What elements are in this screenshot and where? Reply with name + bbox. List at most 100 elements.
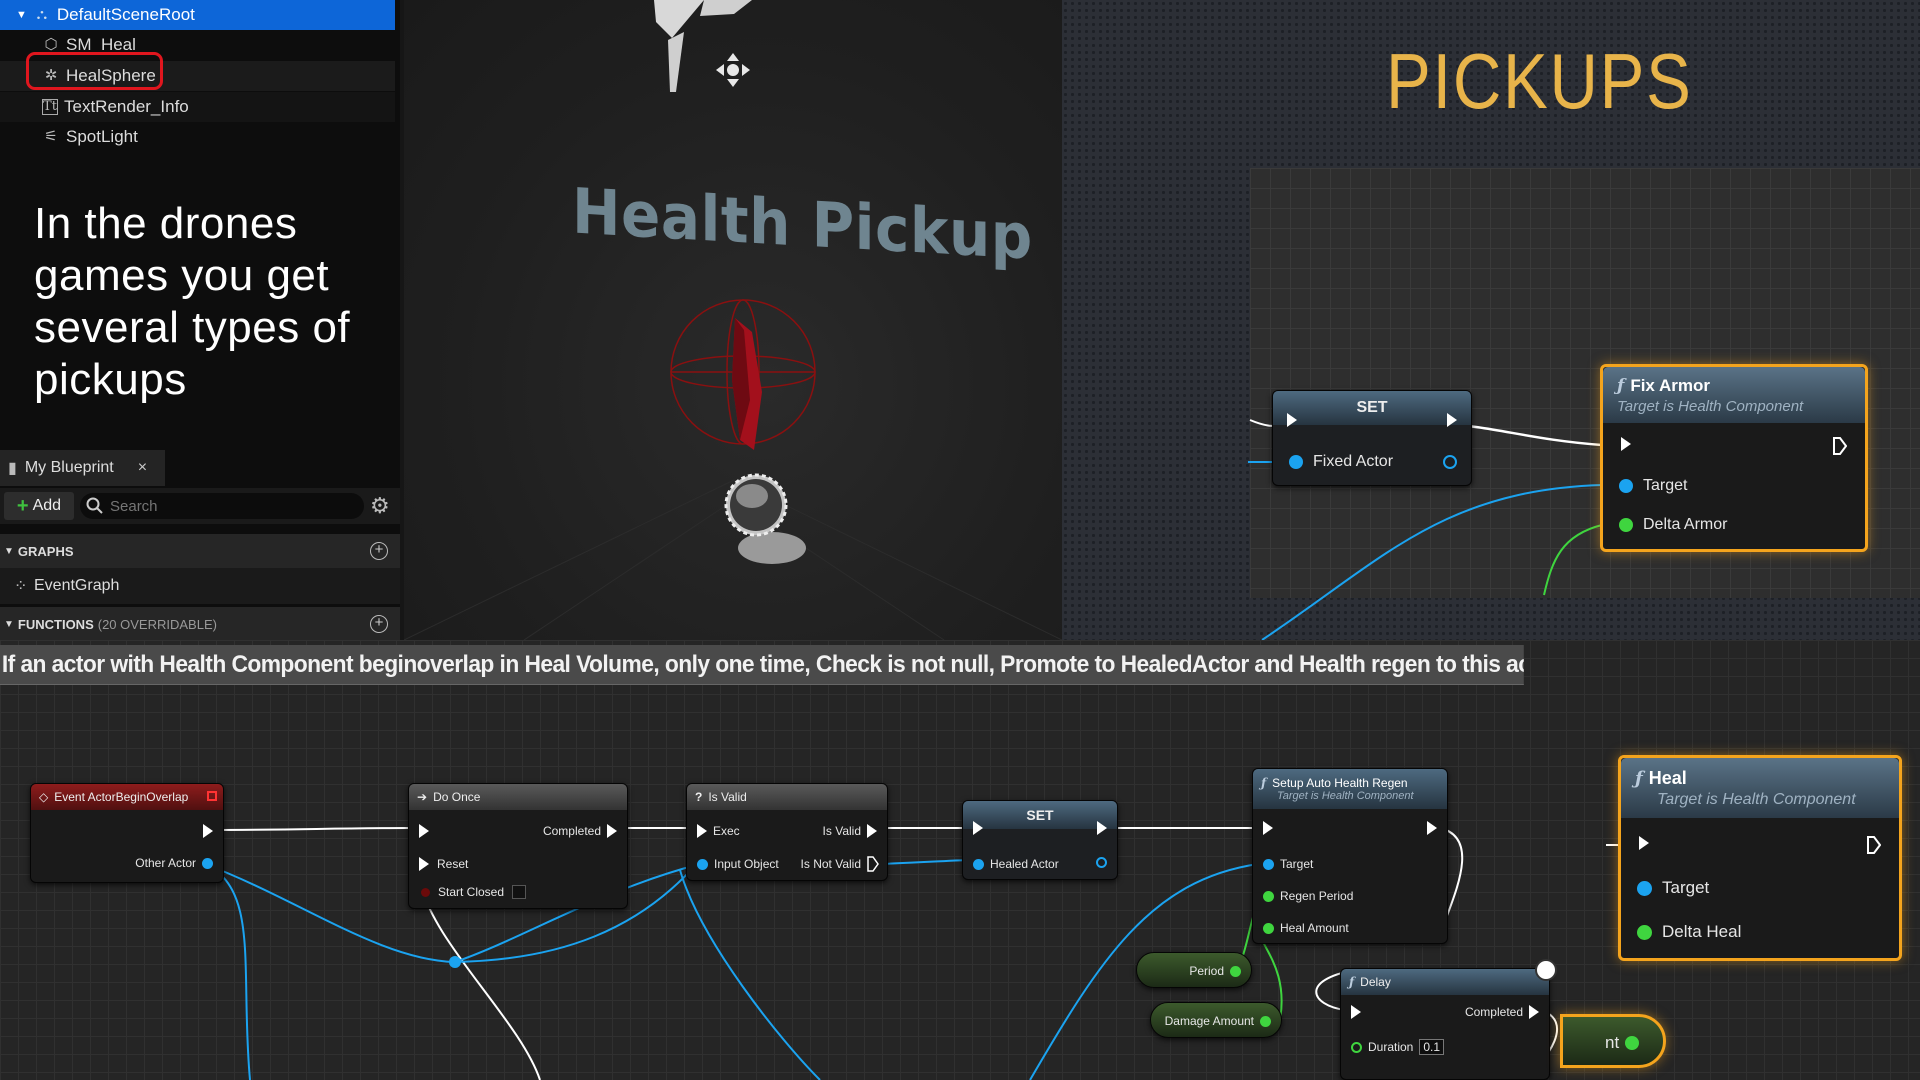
- add-graph-icon[interactable]: +: [370, 542, 388, 560]
- do-once-node[interactable]: ➔ Do Once Completed Reset Start Closed: [408, 783, 628, 909]
- exec-in-pin[interactable]: [1351, 1005, 1361, 1019]
- pickups-graph[interactable]: PICKUPS SET Fixed Actor ƒ Fix Armor Targe…: [1062, 0, 1920, 640]
- plus-icon: +: [16, 494, 29, 517]
- tree-item-textrender-info[interactable]: Tt TextRender_Info: [0, 92, 395, 122]
- start-closed-checkbox[interactable]: [512, 885, 527, 899]
- viewport-scene: [404, 0, 1062, 640]
- exec-in-pin[interactable]: [973, 821, 983, 835]
- sphere-ball: [724, 473, 806, 564]
- target-pin[interactable]: Target: [1263, 857, 1313, 871]
- duration-pin[interactable]: Duration 0.1: [1351, 1039, 1445, 1055]
- reroute-node[interactable]: [449, 956, 461, 968]
- pin-label: Regen Period: [1280, 889, 1354, 903]
- exec-out-hollow-icon: [1833, 437, 1847, 455]
- collapse-arrow-icon[interactable]: ▼: [4, 546, 14, 557]
- section-functions[interactable]: ▼ FUNCTIONS (20 OVERRIDABLE) +: [0, 607, 400, 641]
- delta-armor-pin[interactable]: Delta Armor: [1619, 516, 1727, 534]
- node-header: ? Is Valid: [687, 784, 887, 810]
- reset-pin[interactable]: Reset: [419, 857, 468, 871]
- duration-input[interactable]: 0.1: [1419, 1039, 1445, 1055]
- fixed-actor-out-pin[interactable]: [1443, 455, 1457, 469]
- completed-pin[interactable]: Completed: [543, 824, 617, 838]
- section-graphs[interactable]: ▼ GRAPHS +: [0, 534, 400, 568]
- tree-item-label: SpotLight: [66, 127, 138, 146]
- node-header: ƒ Heal Target is Health Component: [1621, 758, 1899, 818]
- delegate-pin-icon[interactable]: [207, 791, 217, 801]
- is-not-valid-pin[interactable]: Is Not Valid: [801, 856, 879, 872]
- viewport[interactable]: Health Pickup: [404, 0, 1062, 640]
- exec-in-pin[interactable]: [1263, 821, 1273, 835]
- healed-actor-out-pin[interactable]: [1096, 857, 1107, 868]
- period-variable-node[interactable]: Period: [1136, 952, 1252, 988]
- exec-in-pin[interactable]: Exec: [697, 824, 740, 838]
- exec-out-pin[interactable]: [203, 824, 213, 838]
- scene-root-icon: ⛬: [36, 6, 48, 23]
- close-icon[interactable]: ×: [138, 459, 147, 477]
- target-pin[interactable]: Target: [1619, 477, 1687, 495]
- damage-amount-variable-node[interactable]: Damage Amount: [1150, 1002, 1282, 1038]
- exec-in-pin[interactable]: [1639, 836, 1649, 850]
- pin-label: Fixed Actor: [1313, 453, 1394, 470]
- is-valid-pin[interactable]: Is Valid: [823, 824, 877, 838]
- search-icon: [86, 497, 103, 514]
- is-valid-node[interactable]: ? Is Valid Exec Is Valid Input Object Is…: [686, 783, 888, 881]
- exec-out-hollow-icon: [1867, 836, 1881, 854]
- node-header: ƒ Setup Auto Health Regen Target is Healt…: [1253, 769, 1447, 809]
- collapse-arrow-icon[interactable]: ▼: [4, 619, 14, 630]
- search-box[interactable]: [80, 493, 364, 519]
- exec-out-pin[interactable]: [1867, 836, 1881, 854]
- delay-node[interactable]: ƒ Delay Completed Duration 0.1: [1340, 959, 1557, 1080]
- tree-item-spotlight[interactable]: ⚟ SpotLight: [0, 122, 395, 152]
- exec-out-pin[interactable]: [1097, 821, 1107, 835]
- fixed-actor-pin[interactable]: Fixed Actor: [1289, 453, 1393, 471]
- graph-item-eventgraph[interactable]: ⁘ EventGraph: [0, 568, 400, 604]
- exec-out-pin[interactable]: [1833, 437, 1847, 455]
- setup-auto-health-regen-node[interactable]: ƒ Setup Auto Health Regen Target is Healt…: [1252, 768, 1448, 944]
- heal-amount-pin[interactable]: Heal Amount: [1263, 921, 1349, 935]
- exec-in-pin[interactable]: [1287, 413, 1297, 427]
- add-function-icon[interactable]: +: [370, 615, 388, 633]
- completed-pin[interactable]: Completed: [1465, 1005, 1539, 1019]
- pin-label: Reset: [437, 857, 469, 871]
- search-input[interactable]: [110, 497, 340, 515]
- function-icon: ƒ: [1617, 375, 1625, 396]
- set-healed-actor-node[interactable]: SET Healed Actor: [962, 800, 1118, 880]
- gear-icon[interactable]: ⚙: [370, 494, 390, 518]
- partial-out-pin[interactable]: nt: [1605, 1033, 1640, 1053]
- exec-out-pin[interactable]: [1427, 821, 1437, 835]
- regen-period-pin[interactable]: Regen Period: [1263, 889, 1353, 903]
- tab-my-blueprint[interactable]: ▮ My Blueprint ×: [0, 450, 165, 486]
- damage-amount-out-pin[interactable]: Damage Amount: [1165, 1014, 1271, 1028]
- node-title: Is Valid: [708, 790, 747, 804]
- pin-label: Other Actor: [135, 856, 196, 870]
- heal-node[interactable]: ƒ Heal Target is Health Component Target …: [1618, 755, 1902, 961]
- caption-text: In the drones games you get several type…: [34, 199, 351, 404]
- node-title: Event ActorBeginOverlap: [54, 790, 189, 804]
- target-pin[interactable]: Target: [1637, 878, 1709, 898]
- comment-box-title[interactable]: If an actor with Health Component begino…: [0, 645, 1524, 685]
- start-closed-pin[interactable]: Start Closed: [421, 885, 527, 899]
- partial-variable-node[interactable]: nt: [1560, 1014, 1666, 1068]
- fix-armor-node[interactable]: ƒ Fix Armor Target is Health Component Ta…: [1600, 364, 1868, 552]
- pin-label: nt: [1605, 1033, 1620, 1052]
- period-out-pin[interactable]: Period: [1189, 964, 1241, 978]
- pin-label: Target: [1280, 857, 1314, 871]
- healed-actor-pin[interactable]: Healed Actor: [973, 857, 1059, 871]
- input-object-pin[interactable]: Input Object: [697, 857, 779, 871]
- exec-in-pin[interactable]: [419, 824, 429, 838]
- exec-out-pin[interactable]: [1447, 413, 1457, 427]
- event-begin-overlap-node[interactable]: ◇ Event ActorBeginOverlap Other Actor: [30, 783, 224, 883]
- delta-heal-pin[interactable]: Delta Heal: [1637, 922, 1741, 942]
- event-graph[interactable]: ◇ Event ActorBeginOverlap Other Actor ➔ …: [0, 640, 1920, 1080]
- add-button[interactable]: + Add: [4, 492, 74, 520]
- node-title: SET: [1273, 391, 1471, 425]
- set-fixed-actor-node[interactable]: SET Fixed Actor: [1272, 390, 1472, 486]
- node-subtitle: Target is Health Component: [1617, 397, 1804, 415]
- pin-label: Completed: [542, 824, 601, 838]
- expand-caret-icon[interactable]: ▼: [16, 9, 27, 21]
- event-diamond-icon: ◇: [39, 790, 49, 804]
- exec-in-pin[interactable]: [1621, 437, 1631, 451]
- other-actor-pin[interactable]: Other Actor: [135, 856, 213, 870]
- tree-item-default-scene-root[interactable]: ▼ ⛬ DefaultSceneRoot: [0, 0, 395, 30]
- node-header: ƒ Delay: [1341, 969, 1549, 995]
